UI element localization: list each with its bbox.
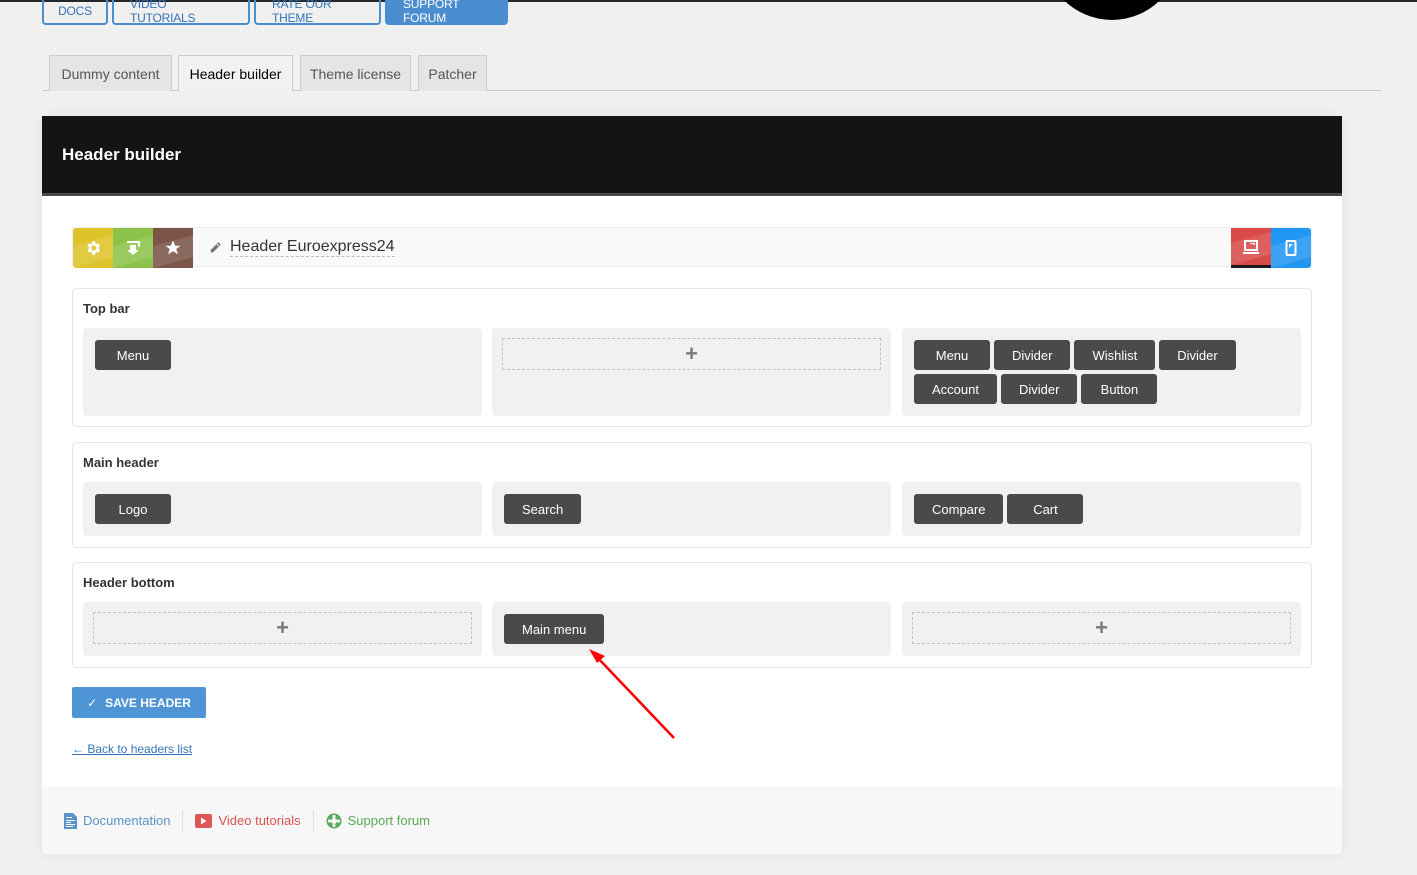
column-center[interactable]: + bbox=[492, 328, 891, 416]
save-header-button[interactable]: ✓ SAVE HEADER bbox=[72, 687, 206, 718]
column-right[interactable]: + bbox=[902, 602, 1301, 656]
row-header-bottom: Header bottom + Main menu + bbox=[72, 562, 1312, 668]
document-icon bbox=[64, 812, 77, 829]
footer: Documentation Video tutorials Support fo… bbox=[42, 787, 1342, 854]
panel-header: Header builder bbox=[42, 116, 1342, 196]
back-to-headers-link[interactable]: ← Back to headers list bbox=[72, 742, 192, 756]
element-menu[interactable]: Menu bbox=[95, 340, 171, 370]
add-element-button[interactable]: + bbox=[912, 612, 1291, 644]
rate-theme-button[interactable]: RATE OUR THEME bbox=[254, 0, 381, 25]
theme-logo-circle bbox=[1041, 0, 1183, 20]
tab-bar: Dummy content Header builder Theme licen… bbox=[42, 55, 1381, 92]
plus-icon: + bbox=[685, 341, 698, 366]
tab-theme-license[interactable]: Theme license bbox=[300, 55, 411, 91]
support-forum-link[interactable]: Support forum bbox=[314, 810, 442, 832]
video-tutorials-label: Video tutorials bbox=[218, 813, 301, 828]
element-search[interactable]: Search bbox=[504, 494, 582, 524]
tab-dummy-content[interactable]: Dummy content bbox=[49, 55, 172, 91]
element-divider[interactable]: Divider bbox=[1159, 340, 1236, 370]
save-header-label: SAVE HEADER bbox=[105, 695, 191, 710]
support-forum-label: Support forum bbox=[347, 813, 430, 828]
check-icon: ✓ bbox=[87, 695, 98, 710]
desktop-icon bbox=[1243, 239, 1259, 254]
row-title: Header bottom bbox=[83, 575, 175, 590]
column-center[interactable]: Main menu bbox=[492, 602, 891, 656]
column-right[interactable]: Compare Cart bbox=[902, 482, 1301, 536]
column-left[interactable]: Logo bbox=[83, 482, 482, 536]
desktop-view-button[interactable] bbox=[1231, 228, 1271, 268]
video-tutorials-button[interactable]: VIDEO TUTORIALS bbox=[112, 0, 250, 25]
row-main-header: Main header Logo Search Compare Cart bbox=[72, 442, 1312, 548]
documentation-label: Documentation bbox=[83, 813, 171, 828]
import-button[interactable] bbox=[113, 228, 153, 268]
mobile-icon bbox=[1285, 240, 1297, 256]
header-name-field[interactable]: Header Euroexpress24 bbox=[193, 228, 1231, 266]
element-account[interactable]: Account bbox=[914, 374, 997, 404]
support-forum-button[interactable]: SUPPORT FORUM bbox=[385, 0, 508, 25]
tab-header-builder[interactable]: Header builder bbox=[178, 55, 293, 92]
element-logo[interactable]: Logo bbox=[95, 494, 171, 524]
row-title: Main header bbox=[83, 455, 159, 470]
column-left[interactable]: Menu bbox=[83, 328, 482, 416]
row-top-bar: Top bar Menu + Menu Divider Wishlist Div… bbox=[72, 288, 1312, 427]
element-divider[interactable]: Divider bbox=[994, 340, 1071, 370]
row-title: Top bar bbox=[83, 301, 130, 316]
add-element-button[interactable]: + bbox=[93, 612, 472, 644]
gear-icon bbox=[87, 241, 101, 255]
mobile-view-button[interactable] bbox=[1271, 228, 1311, 268]
add-element-button[interactable]: + bbox=[502, 338, 881, 370]
element-menu[interactable]: Menu bbox=[914, 340, 990, 370]
column-right[interactable]: Menu Divider Wishlist Divider Account Di… bbox=[902, 328, 1301, 416]
header-builder-panel: Header builder Header Euroexpress24 Top … bbox=[42, 116, 1342, 854]
lifebuoy-icon bbox=[326, 813, 342, 828]
tab-patcher[interactable]: Patcher bbox=[418, 55, 487, 91]
documentation-link[interactable]: Documentation bbox=[64, 810, 182, 832]
video-tutorials-link[interactable]: Video tutorials bbox=[183, 810, 312, 832]
column-left[interactable]: + bbox=[83, 602, 482, 656]
header-toolbar: Header Euroexpress24 bbox=[72, 227, 1312, 268]
element-divider[interactable]: Divider bbox=[1000, 374, 1078, 404]
favorite-button[interactable] bbox=[153, 228, 193, 268]
youtube-icon bbox=[195, 813, 213, 828]
top-links: DOCS VIDEO TUTORIALS RATE OUR THEME SUPP… bbox=[42, 0, 508, 25]
header-name[interactable]: Header Euroexpress24 bbox=[230, 237, 395, 257]
element-compare[interactable]: Compare bbox=[914, 494, 1004, 524]
column-center[interactable]: Search bbox=[492, 482, 891, 536]
docs-button[interactable]: DOCS bbox=[42, 0, 108, 25]
plus-icon: + bbox=[1095, 615, 1108, 640]
element-wishlist[interactable]: Wishlist bbox=[1074, 340, 1156, 370]
settings-button[interactable] bbox=[73, 228, 113, 268]
pencil-icon bbox=[210, 241, 221, 252]
element-main-menu[interactable]: Main menu bbox=[504, 614, 605, 644]
plus-icon: + bbox=[276, 615, 289, 640]
element-button[interactable]: Button bbox=[1081, 374, 1158, 404]
panel-title: Header builder bbox=[62, 144, 182, 164]
star-icon bbox=[165, 240, 181, 255]
element-cart[interactable]: Cart bbox=[1007, 494, 1084, 524]
import-icon bbox=[127, 241, 140, 255]
